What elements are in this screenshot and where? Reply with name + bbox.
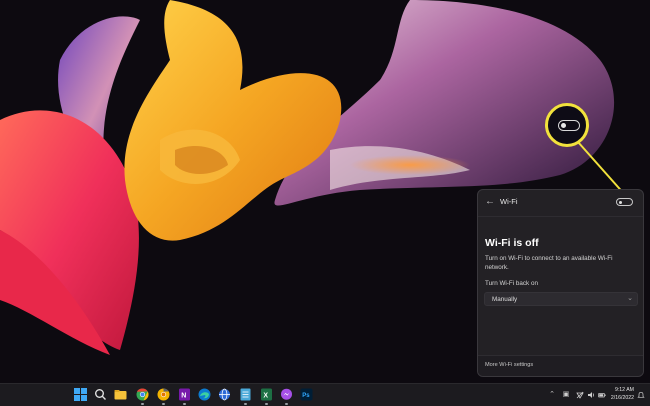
turn-back-on-label: Turn Wi-Fi back on bbox=[485, 280, 538, 287]
volume-icon[interactable] bbox=[587, 391, 595, 399]
callout-magnifier bbox=[545, 103, 589, 147]
chrome-icon[interactable] bbox=[136, 388, 149, 401]
excel-running-indicator bbox=[265, 403, 268, 405]
tray-app-icon[interactable]: ▣ bbox=[562, 391, 570, 399]
wifi-flyout: ← Wi-Fi Wi-Fi is off Turn on Wi-Fi to co… bbox=[477, 189, 644, 377]
chevron-up-icon[interactable]: ⌃ bbox=[548, 391, 556, 399]
svg-text:N: N bbox=[181, 393, 186, 400]
network-off-icon[interactable] bbox=[576, 391, 584, 399]
chrome-canary-running-indicator bbox=[162, 403, 165, 405]
messenger-running-indicator bbox=[285, 403, 288, 405]
notepad-icon[interactable] bbox=[239, 388, 252, 401]
wifi-toggle-zoomed bbox=[558, 120, 580, 131]
toggle-knob bbox=[619, 200, 622, 204]
search-icon[interactable] bbox=[94, 388, 107, 401]
browser-globe-icon[interactable] bbox=[218, 388, 231, 401]
turn-back-on-dropdown[interactable]: Manually ⌄ bbox=[484, 292, 638, 306]
wifi-status-heading: Wi-Fi is off bbox=[485, 237, 539, 249]
notification-bell-icon[interactable] bbox=[637, 391, 645, 399]
start-windows-icon[interactable] bbox=[74, 388, 87, 401]
divider bbox=[478, 216, 643, 217]
flyout-title: Wi-Fi bbox=[500, 197, 518, 206]
chevron-down-icon: ⌄ bbox=[627, 295, 633, 302]
messenger-icon[interactable] bbox=[280, 388, 293, 401]
clock-date: 2/16/2022 bbox=[610, 394, 634, 401]
onenote-running-indicator bbox=[183, 403, 186, 405]
wifi-status-description: Turn on Wi-Fi to connect to an available… bbox=[485, 255, 613, 271]
clock[interactable]: 9:12 AM 2/16/2022 bbox=[608, 387, 634, 402]
file-explorer-icon[interactable] bbox=[114, 388, 127, 401]
back-arrow-icon[interactable]: ← bbox=[484, 196, 496, 208]
onenote-icon[interactable]: N bbox=[178, 388, 191, 401]
svg-text:X: X bbox=[263, 393, 268, 400]
excel-icon[interactable]: X bbox=[260, 388, 273, 401]
clock-time: 9:12 AM bbox=[614, 387, 634, 393]
dropdown-value: Manually bbox=[492, 296, 518, 303]
taskbar: N X Ps ⌃ ▣ 9:12 AM 2/16/2022 bbox=[0, 383, 650, 406]
chrome-running-indicator bbox=[141, 403, 144, 405]
battery-icon[interactable] bbox=[598, 391, 606, 399]
photoshop-icon[interactable]: Ps bbox=[300, 388, 313, 401]
notepad-running-indicator bbox=[244, 403, 247, 405]
svg-text:Ps: Ps bbox=[302, 393, 310, 399]
flyout-footer: More Wi-Fi settings bbox=[478, 355, 643, 376]
more-wifi-settings-link[interactable]: More Wi-Fi settings bbox=[485, 362, 533, 368]
chrome-canary-icon[interactable] bbox=[157, 388, 170, 401]
edge-icon[interactable] bbox=[198, 388, 211, 401]
flyout-header: ← Wi-Fi bbox=[478, 190, 643, 214]
wifi-toggle[interactable] bbox=[616, 198, 633, 206]
